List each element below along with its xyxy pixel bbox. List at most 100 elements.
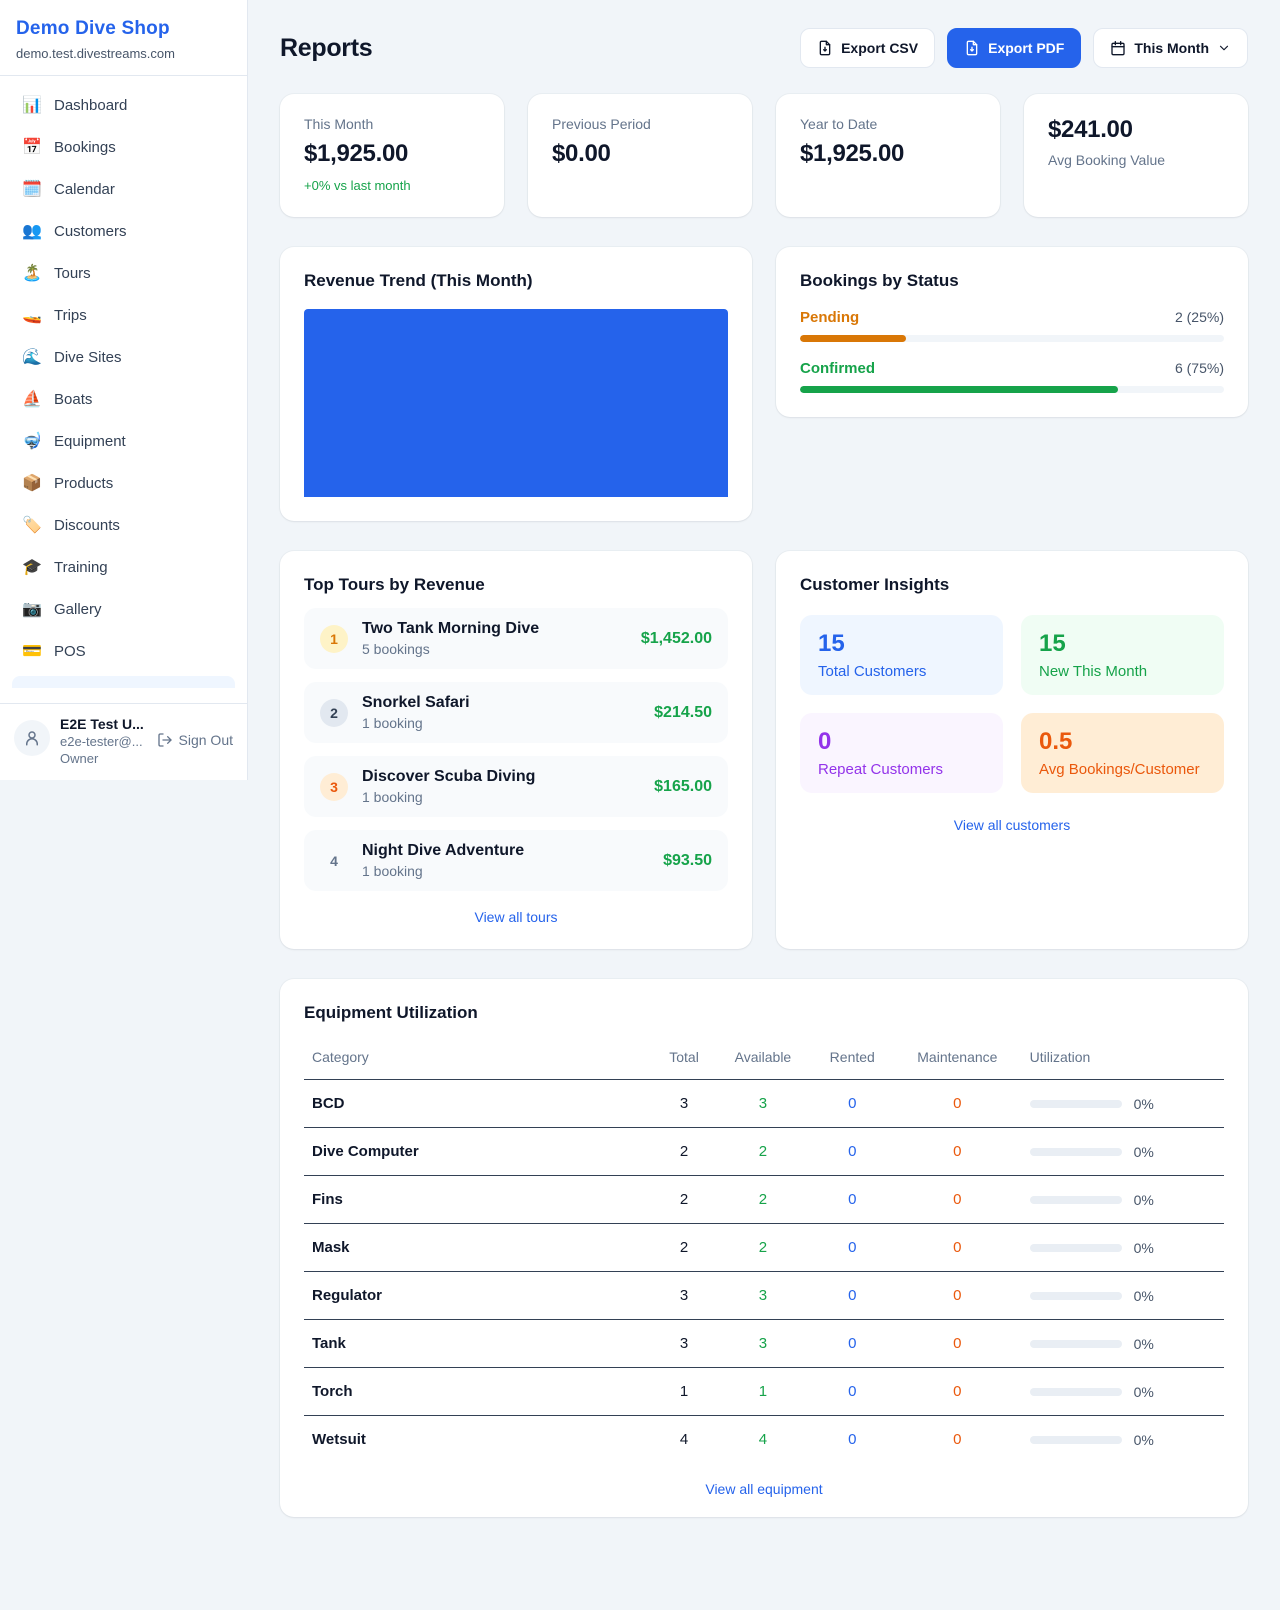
tour-list-item: 3 Discover Scuba Diving 1 booking $165.0… <box>304 756 728 817</box>
sailboat-icon: ⛵ <box>22 392 42 408</box>
sidebar-item-training[interactable]: 🎓 Training <box>12 550 235 585</box>
cell-category: Mask <box>304 1224 654 1272</box>
table-row: Regulator 3 3 0 0 0% <box>304 1272 1224 1320</box>
cell-utilization: 0% <box>1022 1320 1224 1368</box>
sidebar-item-label: Discounts <box>54 517 120 534</box>
stat-change: +0% vs last month <box>304 178 480 193</box>
cell-rented: 0 <box>811 1368 893 1416</box>
sidebar-item-equipment[interactable]: 🤿 Equipment <box>12 424 235 459</box>
cell-category: Torch <box>304 1368 654 1416</box>
cell-category: Tank <box>304 1320 654 1368</box>
cell-available: 3 <box>714 1320 811 1368</box>
utilization-track <box>1030 1100 1122 1108</box>
sidebar-item-label: Tours <box>54 265 91 282</box>
utilization-track <box>1030 1244 1122 1252</box>
utilization-percent: 0% <box>1134 1384 1154 1400</box>
sidebar-item-label: Customers <box>54 223 127 240</box>
stat-card-this-month: This Month $1,925.00 +0% vs last month <box>280 94 504 217</box>
tour-name: Two Tank Morning Dive <box>362 620 627 638</box>
cell-total: 2 <box>654 1176 715 1224</box>
tour-name: Snorkel Safari <box>362 694 640 712</box>
tour-amount: $165.00 <box>654 778 712 796</box>
period-select[interactable]: This Month <box>1093 28 1248 68</box>
rank-badge: 1 <box>320 625 348 653</box>
sidebar-item-dashboard[interactable]: 📊 Dashboard <box>12 88 235 123</box>
table-row: Tank 3 3 0 0 0% <box>304 1320 1224 1368</box>
cell-utilization: 0% <box>1022 1128 1224 1176</box>
stat-card-avg-booking-value: $241.00 Avg Booking Value <box>1024 94 1248 217</box>
tile-label: Total Customers <box>818 663 985 680</box>
cell-rented: 0 <box>811 1224 893 1272</box>
utilization-track <box>1030 1148 1122 1156</box>
sidebar-item-trips[interactable]: 🚤 Trips <box>12 298 235 333</box>
cell-utilization: 0% <box>1022 1272 1224 1320</box>
utilization-percent: 0% <box>1134 1096 1154 1112</box>
tour-bookings: 1 booking <box>362 863 649 879</box>
top-tours-title: Top Tours by Revenue <box>304 575 728 595</box>
sidebar: Demo Dive Shop demo.test.divestreams.com… <box>0 0 248 780</box>
column-header-maintenance: Maintenance <box>893 1037 1022 1080</box>
package-icon: 📦 <box>22 476 42 492</box>
tour-bookings: 1 booking <box>362 715 640 731</box>
page-header: Reports Export CSV Export PDF This Month <box>280 28 1248 68</box>
sidebar-item-dive-sites[interactable]: 🌊 Dive Sites <box>12 340 235 375</box>
revenue-trend-bar <box>304 309 728 497</box>
utilization-percent: 0% <box>1134 1144 1154 1160</box>
utilization-percent: 0% <box>1134 1192 1154 1208</box>
revenue-trend-title: Revenue Trend (This Month) <box>304 271 728 291</box>
stat-value: $1,925.00 <box>304 140 480 168</box>
sidebar-item-label: Dive Sites <box>54 349 122 366</box>
sidebar-item-label: Boats <box>54 391 92 408</box>
sidebar-item-label: Products <box>54 475 113 492</box>
sidebar-item-customers[interactable]: 👥 Customers <box>12 214 235 249</box>
export-csv-label: Export CSV <box>841 40 918 56</box>
shop-domain: demo.test.divestreams.com <box>16 46 231 61</box>
sidebar-item-reports-selected-partial[interactable] <box>12 676 235 688</box>
export-pdf-button[interactable]: Export PDF <box>947 28 1081 68</box>
tile-value: 15 <box>818 630 985 658</box>
view-all-customers-link[interactable]: View all customers <box>800 817 1224 833</box>
sidebar-item-gallery[interactable]: 📷 Gallery <box>12 592 235 627</box>
cell-utilization: 0% <box>1022 1080 1224 1128</box>
stats-row: This Month $1,925.00 +0% vs last month P… <box>280 94 1248 217</box>
user-avatar <box>14 720 50 756</box>
sidebar-item-boats[interactable]: ⛵ Boats <box>12 382 235 417</box>
table-row: Mask 2 2 0 0 0% <box>304 1224 1224 1272</box>
sidebar-item-bookings[interactable]: 📅 Bookings <box>12 130 235 165</box>
export-csv-button[interactable]: Export CSV <box>800 28 935 68</box>
chevron-down-icon <box>1217 41 1231 55</box>
main-content: Reports Export CSV Export PDF This Month… <box>248 0 1280 1565</box>
utilization-track <box>1030 1388 1122 1396</box>
equipment-table-body: BCD 3 3 0 0 0% Dive Computer 2 2 0 0 0% … <box>304 1080 1224 1464</box>
tour-amount: $1,452.00 <box>641 630 712 648</box>
calendar-icon <box>1110 40 1126 56</box>
cell-available: 2 <box>714 1224 811 1272</box>
tour-amount: $93.50 <box>663 852 712 870</box>
sidebar-nav: 📊 Dashboard 📅 Bookings 🗓️ Calendar 👥 Cus… <box>0 76 247 703</box>
utilization-track <box>1030 1340 1122 1348</box>
sidebar-item-pos[interactable]: 💳 POS <box>12 634 235 669</box>
status-progress-fill <box>800 386 1118 393</box>
cell-rented: 0 <box>811 1320 893 1368</box>
rank-badge: 2 <box>320 699 348 727</box>
status-row-pending: Pending 2 (25%) <box>800 309 1224 342</box>
status-label: Pending <box>800 309 859 326</box>
sign-out-button[interactable]: Sign Out <box>157 732 233 748</box>
table-row: BCD 3 3 0 0 0% <box>304 1080 1224 1128</box>
customer-insights-card: Customer Insights 15 Total Customers 15 … <box>776 551 1248 949</box>
utilization-track <box>1030 1292 1122 1300</box>
export-pdf-label: Export PDF <box>988 40 1064 56</box>
cell-maintenance: 0 <box>893 1176 1022 1224</box>
revenue-trend-card: Revenue Trend (This Month) <box>280 247 752 521</box>
sidebar-item-discounts[interactable]: 🏷️ Discounts <box>12 508 235 543</box>
cell-rented: 0 <box>811 1080 893 1128</box>
sidebar-item-calendar[interactable]: 🗓️ Calendar <box>12 172 235 207</box>
sidebar-item-products[interactable]: 📦 Products <box>12 466 235 501</box>
people-icon: 👥 <box>22 224 42 240</box>
cell-total: 1 <box>654 1368 715 1416</box>
cell-total: 3 <box>654 1080 715 1128</box>
view-all-tours-link[interactable]: View all tours <box>304 909 728 925</box>
sidebar-item-label: Training <box>54 559 108 576</box>
view-all-equipment-link[interactable]: View all equipment <box>304 1481 1224 1497</box>
sidebar-item-tours[interactable]: 🏝️ Tours <box>12 256 235 291</box>
